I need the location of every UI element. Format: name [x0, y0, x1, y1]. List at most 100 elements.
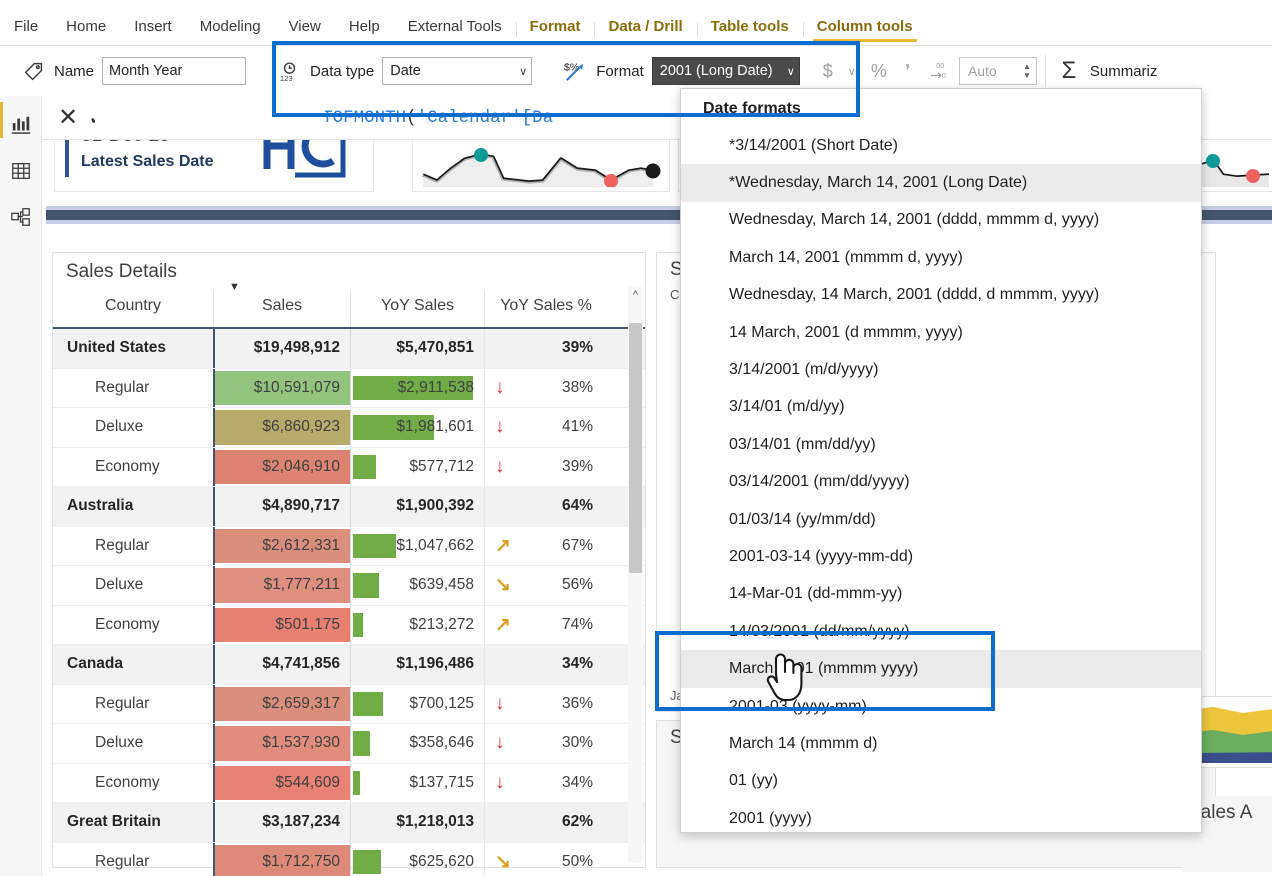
- ribbon-tab-modeling[interactable]: Modeling: [186, 18, 275, 46]
- table-cell-country: Economy: [95, 457, 160, 475]
- name-group: Name Month Year: [0, 46, 247, 96]
- table-column-header[interactable]: Country: [53, 291, 213, 327]
- ribbon-tab-column-tools[interactable]: Column tools: [802, 18, 927, 46]
- currency-dropdown[interactable]: ∨: [842, 65, 862, 78]
- table-cell-yoy-sales: $577,712: [350, 447, 484, 486]
- date-format-option[interactable]: 2001 (yyyy): [681, 800, 1201, 837]
- percent-button[interactable]: %: [862, 61, 896, 82]
- table-row[interactable]: Canada $4,741,856 $1,196,486 34%: [53, 645, 645, 685]
- data-bar: [353, 849, 381, 874]
- table-row[interactable]: Regular $1,712,750 $625,620 ↘ 50%: [53, 842, 645, 876]
- date-format-option[interactable]: 01/03/14 (yy/mm/dd): [681, 501, 1201, 538]
- ribbon-tab-external-tools[interactable]: External Tools: [394, 18, 516, 46]
- date-format-option[interactable]: March 14, 2001 (mmmm d, yyyy): [681, 239, 1201, 276]
- data-bar: [353, 573, 380, 598]
- table-body: United States $19,498,912 $5,470,851 39% Reg…: [53, 329, 645, 876]
- yoy-percent-value: 56%: [561, 576, 593, 594]
- table-row[interactable]: Australia $4,890,717 $1,900,392 64%: [53, 487, 645, 527]
- date-format-option[interactable]: 3/14/01 (m/d/yy): [681, 389, 1201, 426]
- datatype-123-clock-icon: 123: [274, 57, 304, 85]
- spinner-up-icon[interactable]: ▲: [1023, 62, 1031, 71]
- yoy-percent-value: 50%: [561, 852, 593, 870]
- table-column-header[interactable]: YoY Sales: [350, 291, 484, 327]
- table-row[interactable]: Economy $544,609 $137,715 ↓ 34%: [53, 763, 645, 803]
- table-cell-yoy-percent: 39%: [484, 329, 607, 368]
- table-row[interactable]: United States $19,498,912 $5,470,851 39%: [53, 329, 645, 369]
- date-format-option[interactable]: 03/14/2001 (mm/dd/yyyy): [681, 464, 1201, 501]
- yoy-percent-value: 67%: [561, 536, 593, 554]
- sales-value: $2,046,910: [262, 457, 340, 475]
- table-cell-country: Deluxe: [95, 418, 144, 436]
- date-format-option[interactable]: 2001-03-14 (yyyy-mm-dd): [681, 538, 1201, 575]
- yoy-percent-value: 41%: [561, 418, 593, 436]
- date-format-option[interactable]: 14-Mar-01 (dd-mmm-yy): [681, 576, 1201, 613]
- report-view-icon[interactable]: [0, 102, 42, 148]
- date-format-option[interactable]: 2001-03 (yyyy-mm): [681, 688, 1201, 725]
- table-column-header[interactable]: Sales: [213, 291, 350, 327]
- tag-icon: [18, 57, 48, 85]
- table-row[interactable]: Regular $2,659,317 $700,125 ↓ 36%: [53, 684, 645, 724]
- table-cell-yoy-sales: $1,981,601: [350, 408, 484, 447]
- ribbon-tab-help[interactable]: Help: [335, 18, 394, 46]
- table-row[interactable]: Regular $10,591,079 $2,911,538 ↓ 38%: [53, 368, 645, 408]
- hand-pointer-cursor: [766, 653, 803, 702]
- format-dropdown[interactable]: 2001 (Long Date) ∨: [651, 57, 800, 85]
- ribbon-tab-table-tools[interactable]: Table tools: [696, 18, 803, 46]
- date-format-option[interactable]: *3/14/2001 (Short Date): [681, 127, 1201, 164]
- data-bar: [353, 691, 383, 716]
- decimal-places-spinner[interactable]: Auto ▲ ▼: [958, 57, 1037, 85]
- decimal-places-button[interactable]: 00 0: [919, 60, 959, 83]
- data-bar: [353, 533, 397, 558]
- table-scrollbar[interactable]: ^: [628, 287, 643, 863]
- date-format-option[interactable]: March 2001 (mmmm yyyy): [681, 650, 1201, 688]
- table-cell-yoy-sales: $1,218,013: [350, 803, 484, 842]
- table-cell-yoy-sales: $137,715: [350, 763, 484, 802]
- table-row[interactable]: Economy $2,046,910 $577,712 ↓ 39%: [53, 447, 645, 487]
- scrollbar-thumb[interactable]: [629, 323, 642, 573]
- table-column-header[interactable]: YoY Sales %: [484, 291, 607, 327]
- date-format-option[interactable]: Wednesday, March 14, 2001 (dddd, mmmm d,…: [681, 202, 1201, 239]
- table-header-row: Country Sales YoY Sales YoY Sales %: [53, 291, 645, 329]
- table-row[interactable]: Economy $501,175 $213,272 ↗ 74%: [53, 605, 645, 645]
- table-row[interactable]: Deluxe $1,537,930 $358,646 ↓ 30%: [53, 724, 645, 764]
- date-format-option[interactable]: 14 March, 2001 (d mmmm, yyyy): [681, 314, 1201, 351]
- data-view-icon[interactable]: [0, 148, 42, 194]
- date-formats-dropdown[interactable]: Date formats *3/14/2001 (Short Date) *Wed…: [680, 88, 1202, 833]
- ribbon-tab-insert[interactable]: Insert: [120, 18, 186, 46]
- spinner-arrows[interactable]: ▲ ▼: [1023, 62, 1034, 80]
- currency-button[interactable]: $: [814, 61, 842, 82]
- sales-value: $10,591,079: [253, 378, 340, 396]
- name-input[interactable]: Month Year: [102, 57, 247, 85]
- data-type-dropdown[interactable]: Date ∨: [382, 57, 533, 85]
- table-cell-yoy-percent: 64%: [484, 487, 607, 526]
- active-view-indicator: [0, 102, 3, 138]
- date-format-option[interactable]: 3/14/2001 (m/d/yyyy): [681, 351, 1201, 388]
- date-format-option[interactable]: 14/03/2001 (dd/mm/yyyy): [681, 613, 1201, 650]
- ribbon-tab-format[interactable]: Format: [515, 18, 595, 46]
- spinner-down-icon[interactable]: ▼: [1023, 71, 1031, 80]
- trend-arrow-icon: ↓: [495, 376, 505, 398]
- date-format-option[interactable]: *Wednesday, March 14, 2001 (Long Date): [681, 164, 1201, 202]
- ribbon-tab-view[interactable]: View: [275, 18, 335, 46]
- date-format-option[interactable]: March 14 (mmmm d): [681, 725, 1201, 762]
- ribbon-tab-home[interactable]: Home: [52, 18, 120, 46]
- sort-descending-icon[interactable]: ▼: [229, 281, 240, 293]
- date-format-option[interactable]: Wednesday, 14 March, 2001 (dddd, d mmmm,…: [681, 277, 1201, 314]
- table-row[interactable]: Deluxe $6,860,923 $1,981,601 ↓ 41%: [53, 408, 645, 448]
- table-row[interactable]: Regular $2,612,331 $1,047,662 ↗ 67%: [53, 526, 645, 566]
- ribbon-tab-file[interactable]: File: [0, 18, 52, 46]
- summarize-label: Summariz: [1089, 62, 1158, 80]
- trend-arrow-icon: ↓: [495, 455, 505, 477]
- table-row[interactable]: Great Britain $3,187,234 $1,218,013 62%: [53, 803, 645, 843]
- data-type-value: Date: [390, 63, 421, 79]
- close-icon[interactable]: ✕: [42, 105, 88, 130]
- sales-details-table[interactable]: Sales Details Country Sales YoY Sales YoY S…: [52, 252, 646, 876]
- sales-value: $2,659,317: [262, 694, 340, 712]
- date-format-option[interactable]: 03/14/01 (mm/dd/yy): [681, 426, 1201, 463]
- model-view-icon[interactable]: [0, 194, 42, 240]
- date-format-option[interactable]: 01 (yy): [681, 763, 1201, 800]
- table-row[interactable]: Deluxe $1,777,211 $639,458 ↘ 56%: [53, 566, 645, 606]
- ribbon-tab-data-drill[interactable]: Data / Drill: [594, 18, 696, 46]
- thousands-separator-button[interactable]: ʼ: [896, 61, 919, 82]
- scroll-up-icon[interactable]: ^: [628, 287, 643, 301]
